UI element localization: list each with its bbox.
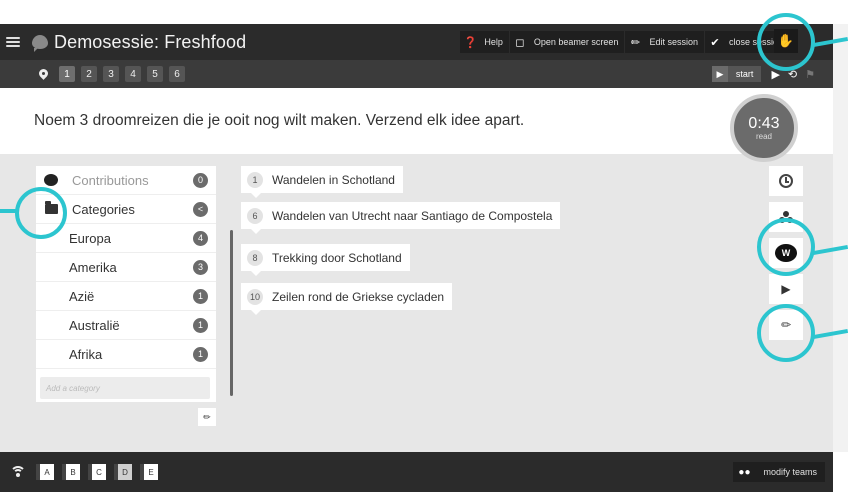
idea-text: Zeilen rond de Griekse cycladen: [272, 289, 445, 304]
team-d-button[interactable]: D: [114, 464, 132, 480]
timer-label: read: [755, 131, 772, 141]
bookmark-icon[interactable]: ⚑: [805, 68, 815, 81]
highlight-ring-wordcloud: [757, 218, 815, 276]
idea-text: Wandelen van Utrecht naar Santiago de Co…: [272, 208, 553, 223]
playback-controls: ▶ start ▶ ⟲ ⚑: [711, 66, 815, 82]
contributions-count: 0: [193, 172, 208, 188]
location-pin-icon[interactable]: [38, 69, 49, 80]
idea-text: Trekking door Schotland: [272, 250, 402, 265]
open-beamer-label: Open beamer screen: [533, 37, 619, 47]
session-header: Demosessie: Freshfood ❓ Help ◻ Open beam…: [0, 24, 833, 60]
question-text: Noem 3 droomreizen die je ooit nog wilt …: [34, 112, 525, 129]
idea-number-badge: 8: [247, 249, 263, 266]
category-item[interactable]: Amerika 3: [36, 253, 216, 282]
monitor-icon: ◻: [515, 36, 525, 49]
team-selector: ABCDE: [36, 464, 158, 480]
idea-card[interactable]: 8 Trekking door Schotland: [241, 244, 410, 276]
question-numbers: 123456: [59, 66, 185, 82]
category-count: 3: [193, 259, 208, 275]
session-title: Demosessie: Freshfood: [54, 31, 247, 52]
team-c-button[interactable]: C: [88, 464, 106, 480]
category-item[interactable]: Afrika 1: [36, 340, 216, 369]
team-b-button[interactable]: B: [62, 464, 80, 480]
help-label: Help: [484, 37, 503, 47]
people-icon: ●●: [738, 466, 751, 478]
pencil-icon: ✏: [630, 36, 641, 49]
play-tool-button[interactable]: ▶: [769, 274, 803, 304]
category-count: 1: [193, 288, 208, 304]
play-icon: ▶: [716, 68, 724, 79]
start-button[interactable]: ▶ start: [711, 66, 762, 82]
team-footer: ABCDE ●● modify teams: [0, 452, 833, 492]
idea-card[interactable]: 6 Wandelen van Utrecht naar Santiago de C…: [241, 202, 561, 234]
start-label: start: [727, 66, 762, 82]
speech-bubble-icon: [32, 35, 48, 52]
wifi-icon: [10, 466, 26, 478]
team-e-button[interactable]: E: [140, 464, 158, 480]
highlight-ring-hand: [757, 13, 815, 71]
help-icon: ❓: [463, 36, 478, 49]
category-label: Azië: [69, 288, 95, 304]
highlight-pointer-categories: [0, 209, 17, 213]
header-actions: ❓ Help ◻ Open beamer screen ✏ Edit sessi…: [459, 31, 789, 53]
timer-tool-button[interactable]: [769, 166, 803, 196]
idea-card[interactable]: 1 Wandelen in Schotland: [241, 166, 403, 198]
contributions-row[interactable]: Contributions 0: [36, 166, 216, 195]
category-list: Europa 4 Amerika 3 Azië 1 Australië 1 Afrika 1: [36, 224, 216, 369]
category-label: Australië: [69, 317, 120, 333]
question-number-6[interactable]: 6: [169, 66, 185, 82]
edit-session-label: Edit session: [649, 37, 698, 47]
clock-icon: [779, 174, 793, 188]
idea-number-badge: 6: [247, 207, 263, 224]
idea-number-badge: 10: [247, 288, 264, 305]
countdown-timer: 0:43 read: [730, 94, 798, 162]
question-number-4[interactable]: 4: [125, 66, 141, 82]
timer-value: 0:43: [748, 114, 780, 132]
category-count: 4: [193, 230, 208, 246]
modify-teams-button[interactable]: ●● modify teams: [733, 462, 825, 482]
question-number-1[interactable]: 1: [59, 66, 75, 82]
question-number-5[interactable]: 5: [147, 66, 163, 82]
question-number-3[interactable]: 3: [103, 66, 119, 82]
contributions-label: Contributions: [72, 172, 149, 188]
edit-categories-button[interactable]: ✏: [198, 408, 216, 426]
highlight-ring-categories: [15, 187, 67, 239]
question-number-2[interactable]: 2: [81, 66, 97, 82]
category-count: 1: [193, 317, 208, 333]
open-beamer-button[interactable]: ◻ Open beamer screen: [509, 31, 625, 53]
question-navigation: 123456 ▶ start ▶ ⟲ ⚑: [0, 60, 833, 88]
team-a-button[interactable]: A: [36, 464, 54, 480]
category-label: Afrika: [69, 346, 103, 362]
highlight-ring-edit: [757, 304, 815, 362]
category-scrollbar[interactable]: [230, 230, 233, 396]
check-icon: ✔: [710, 36, 720, 49]
category-count: 1: [193, 346, 208, 362]
menu-icon[interactable]: [6, 37, 20, 47]
category-item[interactable]: Australië 1: [36, 311, 216, 340]
right-edge: [833, 24, 848, 452]
category-label: Amerika: [69, 259, 117, 275]
modify-teams-label: modify teams: [763, 467, 817, 477]
question-bar: Noem 3 droomreizen die je ooit nog wilt …: [0, 88, 833, 154]
collapse-categories-button[interactable]: <: [193, 201, 208, 217]
idea-number-badge: 1: [247, 171, 263, 188]
contributions-icon: [42, 173, 60, 187]
pencil-icon: ✏: [203, 411, 211, 422]
play-icon: ▶: [781, 282, 791, 296]
category-item[interactable]: Azië 1: [36, 282, 216, 311]
idea-text: Wandelen in Schotland: [272, 172, 395, 187]
category-label: Europa: [69, 230, 111, 246]
top-margin: [0, 0, 848, 24]
add-category-input[interactable]: Add a category: [40, 377, 210, 399]
help-button[interactable]: ❓ Help: [460, 31, 509, 53]
categories-label: Categories: [72, 201, 135, 217]
category-item[interactable]: Europa 4: [36, 224, 216, 253]
edit-session-button[interactable]: ✏ Edit session: [625, 31, 704, 53]
idea-card[interactable]: 10 Zeilen rond de Griekse cycladen: [241, 283, 453, 315]
